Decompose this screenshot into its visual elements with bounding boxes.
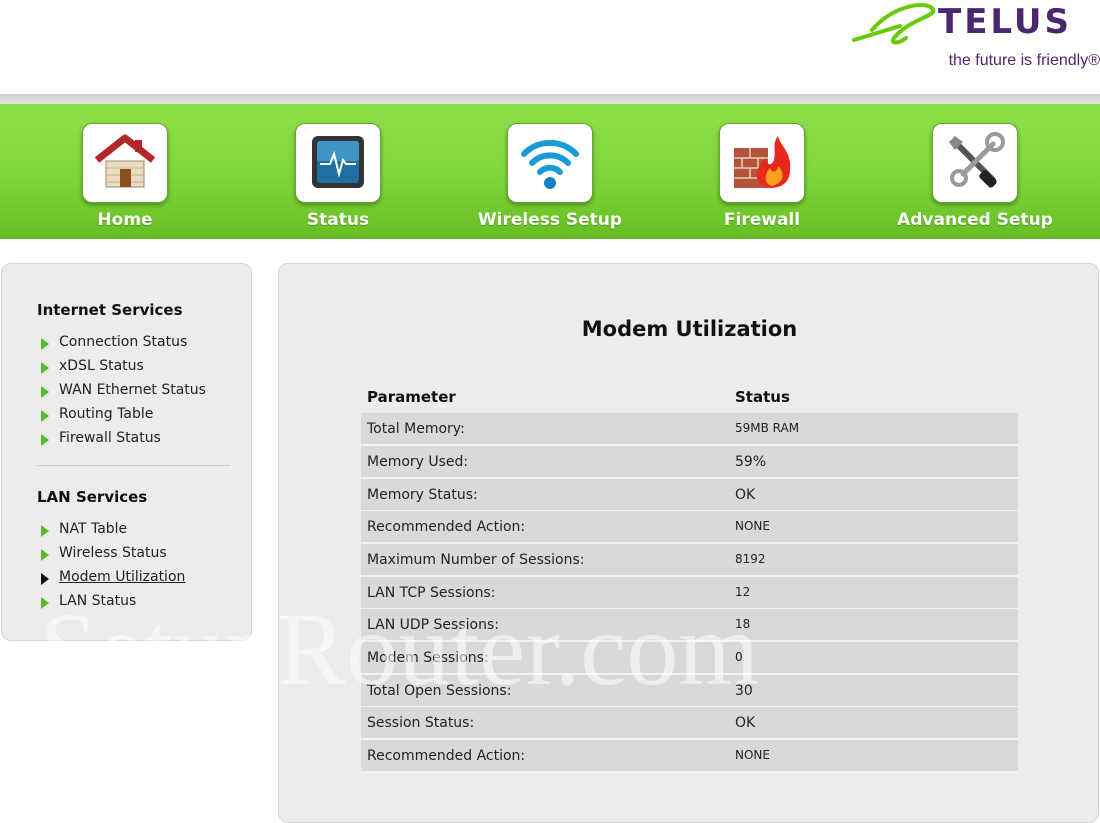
- table-row: Total Open Sessions: 30: [361, 675, 1018, 708]
- row-parameter: Session Status:: [367, 715, 475, 731]
- table-row: Memory Status: OK: [361, 479, 1018, 512]
- row-parameter: Total Open Sessions:: [367, 683, 512, 699]
- row-value: 18: [735, 617, 751, 631]
- sidebar-item-label[interactable]: xDSL Status: [59, 358, 144, 374]
- tools-icon: [949, 132, 1005, 188]
- telus-logo: TELUS the future is friendly®: [850, 0, 1100, 90]
- row-parameter: LAN TCP Sessions:: [367, 585, 496, 601]
- main-panel: Modem Utilization Parameter Status Total…: [278, 263, 1099, 823]
- row-value: OK: [735, 715, 756, 731]
- nav-wireless-setup[interactable]: Wireless Setup: [450, 104, 650, 239]
- wifi-icon: [521, 139, 579, 189]
- row-value: 30: [735, 683, 753, 699]
- arrow-right-icon: [41, 573, 49, 585]
- table-row: Recommended Action: NONE: [361, 740, 1018, 773]
- nav-home-label[interactable]: Home: [25, 210, 225, 230]
- nav-status-label[interactable]: Status: [238, 210, 438, 230]
- nav-status-tile[interactable]: [295, 123, 381, 203]
- telus-swoosh-icon: [852, 3, 936, 45]
- row-parameter: LAN UDP Sessions:: [367, 617, 499, 633]
- nav-firewall-tile[interactable]: [719, 123, 805, 203]
- row-parameter: Memory Used:: [367, 454, 469, 470]
- sidebar-item-label[interactable]: Routing Table: [59, 406, 153, 422]
- row-parameter: Recommended Action:: [367, 519, 526, 535]
- page-title: Modem Utilization: [581, 317, 798, 341]
- row-value: 12: [735, 585, 751, 599]
- nav-home-tile[interactable]: [82, 123, 168, 203]
- nav-advanced-label[interactable]: Advanced Setup: [875, 210, 1075, 230]
- row-parameter: Memory Status:: [367, 487, 478, 503]
- brand-name: TELUS: [938, 2, 1072, 42]
- row-parameter: Modem Sessions:: [367, 650, 489, 666]
- row-value: NONE: [735, 748, 770, 762]
- nav-advanced-setup[interactable]: Advanced Setup: [875, 104, 1075, 239]
- row-value: 0: [735, 650, 743, 664]
- sidebar: Internet Services Connection Status xDSL…: [1, 263, 252, 641]
- home-icon: [94, 134, 156, 188]
- sidebar-item-label[interactable]: Firewall Status: [59, 430, 161, 446]
- firewall-icon: [734, 136, 791, 188]
- nav-firewall-label[interactable]: Firewall: [662, 210, 862, 230]
- table-row: Maximum Number of Sessions: 8192: [361, 544, 1018, 577]
- sidebar-item-label[interactable]: Connection Status: [59, 334, 187, 350]
- nav-firewall[interactable]: Firewall: [662, 104, 862, 239]
- arrow-right-icon: [41, 386, 49, 398]
- row-value: NONE: [735, 519, 770, 533]
- arrow-right-icon: [41, 597, 49, 609]
- table-row: Recommended Action: NONE: [361, 511, 1018, 544]
- arrow-right-icon: [41, 434, 49, 446]
- nav-status[interactable]: Status: [238, 104, 438, 239]
- arrow-right-icon: [41, 549, 49, 561]
- sidebar-item-label[interactable]: NAT Table: [59, 521, 127, 537]
- row-value: 59MB RAM: [735, 421, 800, 435]
- column-header-status: Status: [735, 388, 790, 406]
- table-row: Total Memory: 59MB RAM: [361, 413, 1018, 446]
- sidebar-heading-lan: LAN Services: [37, 488, 148, 506]
- sidebar-item-label[interactable]: LAN Status: [59, 593, 136, 609]
- sidebar-divider: [37, 465, 230, 466]
- brand-tagline: the future is friendly®: [948, 52, 1100, 69]
- arrow-right-icon: [41, 338, 49, 350]
- nav-wireless-label[interactable]: Wireless Setup: [450, 210, 650, 230]
- nav-advanced-tile[interactable]: [932, 123, 1018, 203]
- row-parameter: Total Memory:: [367, 421, 465, 437]
- sidebar-item-label[interactable]: Modem Utilization: [59, 569, 185, 585]
- table-row: LAN TCP Sessions: 12: [361, 577, 1018, 610]
- table-row: Session Status: OK: [361, 707, 1018, 740]
- row-value: 8192: [735, 552, 766, 566]
- row-parameter: Maximum Number of Sessions:: [367, 552, 585, 568]
- nav-home[interactable]: Home: [25, 104, 225, 239]
- sidebar-heading-internet: Internet Services: [37, 301, 183, 319]
- column-header-parameter: Parameter: [367, 388, 456, 406]
- arrow-right-icon: [41, 410, 49, 422]
- main-nav-bar: Home Status Wireless Setup Firewall Adva…: [0, 104, 1100, 239]
- arrow-right-icon: [41, 362, 49, 374]
- arrow-right-icon: [41, 525, 49, 537]
- table-row: Memory Used: 59%: [361, 446, 1018, 479]
- sidebar-item-label[interactable]: WAN Ethernet Status: [59, 382, 206, 398]
- row-value: 59%: [735, 454, 767, 470]
- row-value: OK: [735, 487, 756, 503]
- table-row: LAN UDP Sessions: 18: [361, 609, 1018, 642]
- sidebar-item-label[interactable]: Wireless Status: [59, 545, 167, 561]
- monitor-icon: [312, 136, 364, 188]
- table-row: Modem Sessions: 0: [361, 642, 1018, 675]
- row-parameter: Recommended Action:: [367, 748, 526, 764]
- nav-wireless-tile[interactable]: [507, 123, 593, 203]
